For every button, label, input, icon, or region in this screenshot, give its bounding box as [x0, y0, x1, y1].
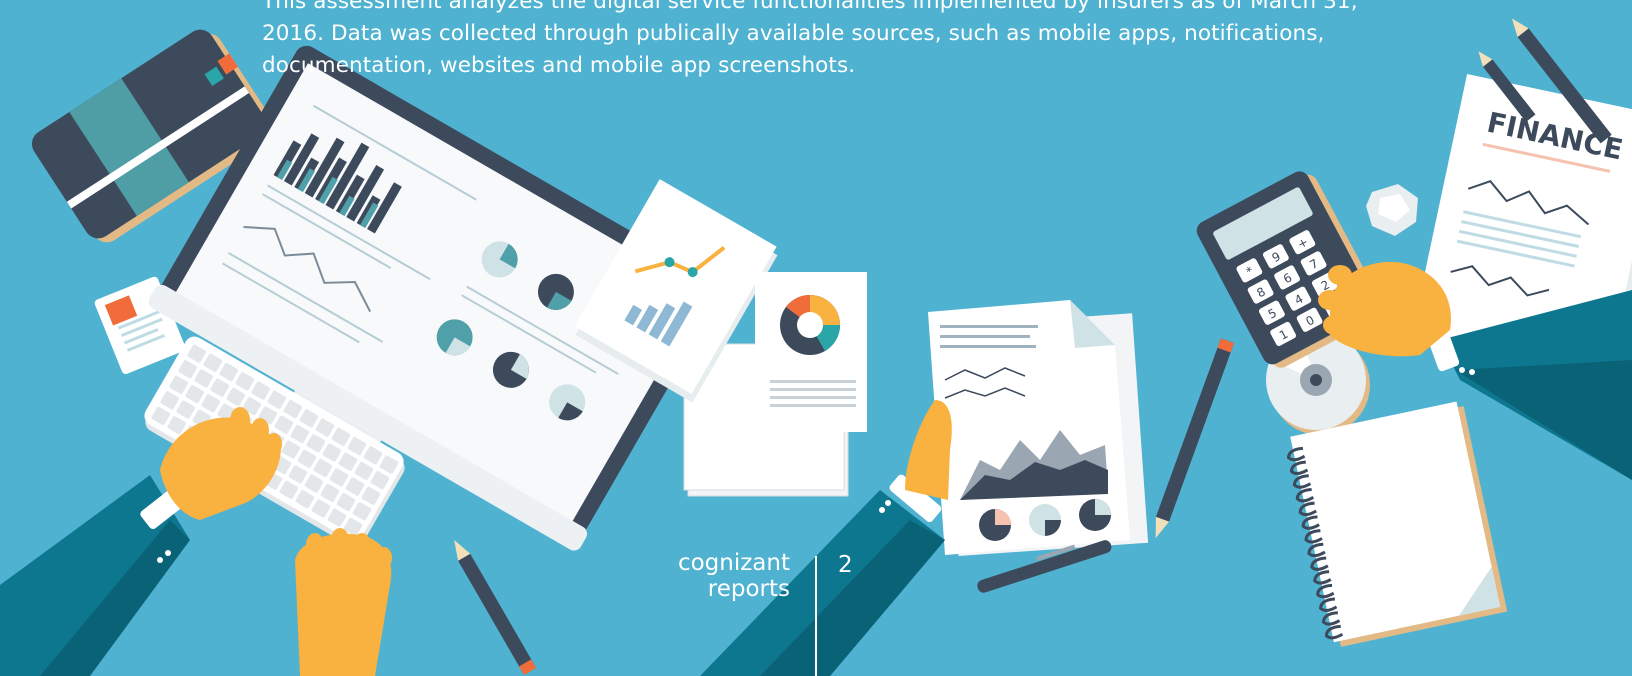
crumpled-paper-icon: [1366, 184, 1418, 236]
intro-paragraph: This assessment analyzes the digital ser…: [262, 0, 1368, 82]
intro-text: This assessment analyzes the digital ser…: [262, 0, 1358, 78]
report-document-icon: [928, 300, 1149, 556]
footer-divider: [815, 556, 817, 676]
pencil-icon: [454, 539, 537, 676]
pencil-right-icon: [1155, 338, 1235, 539]
page: *9+86754210- FINANCE: [0, 0, 1632, 676]
footer-brand: cognizant reports: [677, 550, 790, 602]
page-number: 2: [838, 552, 853, 578]
right-hand-keyboard-icon: [295, 528, 392, 676]
left-arm-icon: [0, 475, 192, 676]
spiral-notebook-icon: [1286, 401, 1508, 647]
